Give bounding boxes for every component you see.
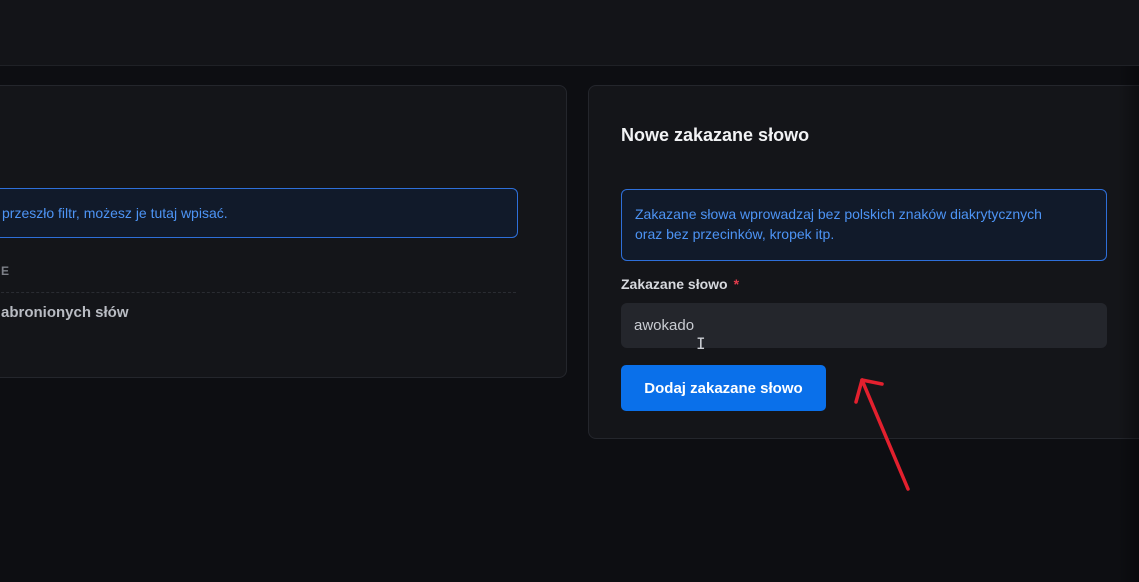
info-alert-text: przeszło filtr, możesz je tutaj wpisać.	[2, 205, 228, 221]
required-indicator: *	[733, 276, 740, 292]
red-arrow-annotation	[854, 378, 910, 491]
info-alert: przeszło filtr, możesz je tutaj wpisać.	[0, 188, 518, 238]
top-bar	[0, 0, 1139, 66]
panel-title: Nowe zakazane słowo	[621, 125, 810, 145]
info-alert-line-2: oraz bez przecinków, kropek itp.	[635, 226, 835, 242]
info-alert: Zakazane słowa wprowadzaj bez polskich z…	[621, 189, 1107, 261]
divider	[0, 292, 516, 293]
banned-word-label-text: Zakazane słowo	[621, 276, 728, 292]
banned-words-list-panel: przeszło filtr, możesz je tutaj wpisać. …	[0, 85, 567, 378]
i-beam-cursor-icon: I	[696, 334, 706, 353]
info-alert-line-1: Zakazane słowa wprowadzaj bez polskich z…	[635, 206, 1042, 222]
edge-shadow	[1118, 66, 1139, 582]
banned-word-label: Zakazane słowo *	[621, 276, 739, 292]
banned-word-input[interactable]	[621, 303, 1107, 348]
column-header: E	[1, 264, 10, 278]
empty-state-text: abronionych słów	[1, 304, 129, 321]
add-banned-word-button[interactable]: Dodaj zakazane słowo	[621, 365, 826, 411]
